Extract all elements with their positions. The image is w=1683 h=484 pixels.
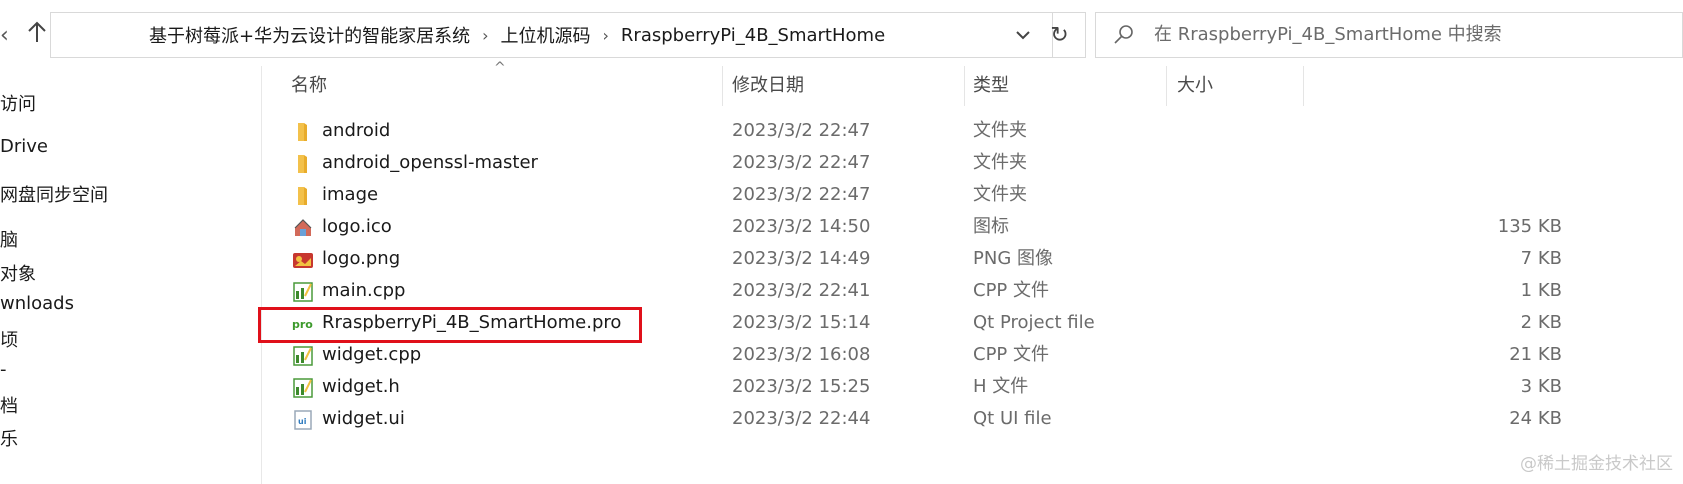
column-divider[interactable] (722, 66, 723, 106)
nav-item-cloud-sync[interactable]: 网盘同步空间 (0, 181, 108, 207)
file-size: 21 KB (1509, 344, 1562, 365)
file-type: 图标 (973, 216, 1009, 237)
column-header-size[interactable]: 大小 (1177, 66, 1213, 106)
file-type: 文件夹 (973, 120, 1027, 141)
file-row[interactable]: android_openssl-master 2023/3/2 22:47 文件… (262, 147, 1683, 179)
cpp-file-icon (293, 282, 313, 302)
file-name: main.cpp (322, 280, 406, 301)
file-size: 2 KB (1520, 312, 1562, 333)
file-size: 1 KB (1520, 280, 1562, 301)
nav-item-music[interactable]: 乐 (0, 425, 18, 451)
file-date: 2023/3/2 15:14 (732, 312, 871, 333)
navigation-bar: ‹ 基于树莓派+华为云设计的智能家居系统 › 上位机源码 › Rraspberr… (0, 0, 1683, 66)
back-arrow-icon[interactable]: ‹ (0, 20, 20, 52)
cpp-file-icon (293, 346, 313, 366)
file-type: CPP 文件 (973, 344, 1049, 365)
column-header-name[interactable]: 名称 (291, 66, 327, 106)
breadcrumb-item-project[interactable]: 基于树莓派+华为云设计的智能家居系统 (143, 22, 476, 48)
nav-item-quick-access[interactable]: 访问 (0, 90, 36, 116)
search-icon (1114, 25, 1133, 44)
breadcrumb-separator-icon[interactable]: › (476, 26, 494, 45)
file-date: 2023/3/2 14:50 (732, 216, 871, 237)
file-name: image (322, 184, 379, 205)
file-name: widget.h (322, 376, 400, 397)
file-name: logo.ico (322, 216, 392, 237)
file-name: widget.cpp (322, 344, 422, 365)
column-divider[interactable] (964, 66, 965, 106)
navigation-pane: 访问 Drive 网盘同步空间 脑 对象 wnloads 顷 - 档 乐 (0, 66, 261, 484)
search-input[interactable]: 在 RraspberryPi_4B_SmartHome 中搜索 (1095, 12, 1683, 58)
file-date: 2023/3/2 22:41 (732, 280, 871, 301)
svg-text:ui: ui (298, 417, 307, 426)
nav-item-3d-objects[interactable]: 对象 (0, 260, 36, 286)
breadcrumb-item-current[interactable]: RraspberryPi_4B_SmartHome (615, 25, 891, 46)
file-type: 文件夹 (973, 152, 1027, 173)
file-row[interactable]: logo.png 2023/3/2 14:49 PNG 图像 7 KB (262, 243, 1683, 275)
h-file-icon (293, 378, 313, 398)
file-size: 7 KB (1520, 248, 1562, 269)
file-size: 135 KB (1497, 216, 1562, 237)
file-date: 2023/3/2 15:25 (732, 376, 871, 397)
file-type: CPP 文件 (973, 280, 1049, 301)
file-type: 文件夹 (973, 184, 1027, 205)
ui-file-icon: ui (294, 410, 312, 430)
column-header-type[interactable]: 类型 (973, 66, 1009, 106)
breadcrumb-separator-icon[interactable]: › (597, 26, 615, 45)
nav-item-pictures[interactable]: - (0, 359, 7, 380)
file-size (1292, 147, 1562, 179)
file-row[interactable]: ui widget.ui 2023/3/2 22:44 Qt UI file 2… (262, 403, 1683, 435)
ico-file-icon (294, 219, 312, 236)
folder-icon (298, 187, 307, 205)
arrow-up-icon[interactable] (22, 20, 52, 52)
png-file-icon (293, 253, 313, 268)
file-row[interactable]: android 2023/3/2 22:47 文件夹 (262, 115, 1683, 147)
file-name: android (322, 120, 391, 141)
file-date: 2023/3/2 14:49 (732, 248, 871, 269)
file-date: 2023/3/2 22:47 (732, 184, 871, 205)
file-size (1292, 115, 1562, 147)
file-name: widget.ui (322, 408, 405, 429)
nav-item-downloads[interactable]: wnloads (0, 293, 74, 314)
folder-icon (298, 123, 307, 141)
file-type: PNG 图像 (973, 248, 1053, 269)
file-date: 2023/3/2 16:08 (732, 344, 871, 365)
file-date: 2023/3/2 22:47 (732, 120, 871, 141)
file-row[interactable]: image 2023/3/2 22:47 文件夹 (262, 179, 1683, 211)
file-size (1292, 179, 1562, 211)
address-bar[interactable]: 基于树莓派+华为云设计的智能家居系统 › 上位机源码 › RraspberryP… (50, 12, 1053, 58)
watermark: @稀土掘金技术社区 (1520, 454, 1673, 474)
file-name: logo.png (322, 248, 401, 269)
file-row[interactable]: logo.ico 2023/3/2 14:50 图标 135 KB (262, 211, 1683, 243)
nav-item-videos[interactable]: 顷 (0, 326, 18, 352)
column-header-date[interactable]: 修改日期 (732, 66, 804, 106)
file-type: H 文件 (973, 376, 1029, 397)
column-divider[interactable] (1166, 66, 1167, 106)
column-divider[interactable] (1303, 66, 1304, 106)
search-placeholder: 在 RraspberryPi_4B_SmartHome 中搜索 (1154, 24, 1502, 45)
file-row[interactable]: widget.h 2023/3/2 15:25 H 文件 3 KB (262, 371, 1683, 403)
file-type: Qt UI file (973, 408, 1052, 429)
breadcrumb-item-source[interactable]: 上位机源码 (495, 22, 597, 48)
refresh-icon[interactable]: ↻ (1034, 12, 1086, 58)
file-name: android_openssl-master (322, 152, 538, 173)
nav-item-documents[interactable]: 档 (0, 392, 18, 418)
nav-item-onedrive[interactable]: Drive (0, 136, 48, 157)
file-date: 2023/3/2 22:44 (732, 408, 871, 429)
file-row[interactable]: main.cpp 2023/3/2 22:41 CPP 文件 1 KB (262, 275, 1683, 307)
nav-item-this-pc[interactable]: 脑 (0, 226, 18, 252)
file-row[interactable]: widget.cpp 2023/3/2 16:08 CPP 文件 21 KB (262, 339, 1683, 371)
folder-icon (298, 155, 307, 173)
file-type: Qt Project file (973, 312, 1095, 333)
breadcrumb: 基于树莓派+华为云设计的智能家居系统 › 上位机源码 › RraspberryP… (143, 13, 891, 57)
file-size: 24 KB (1509, 408, 1562, 429)
highlight-annotation (258, 307, 642, 343)
sort-ascending-icon: ^ (494, 60, 506, 76)
file-date: 2023/3/2 22:47 (732, 152, 871, 173)
file-size: 3 KB (1520, 376, 1562, 397)
